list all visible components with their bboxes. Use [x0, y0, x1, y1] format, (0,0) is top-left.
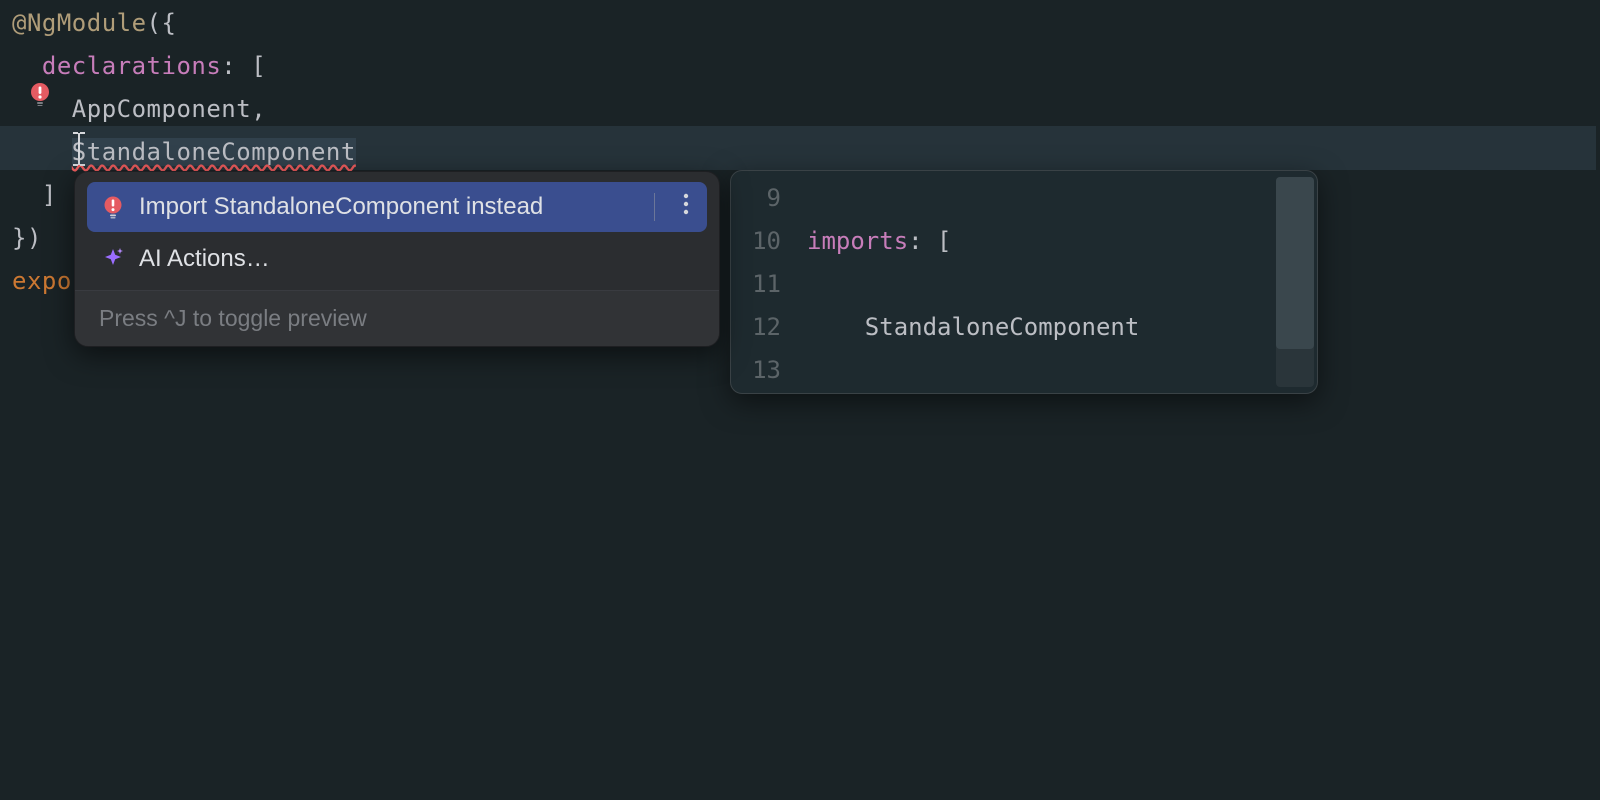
preview-gutter: 9 10 11 12 13: [731, 175, 787, 393]
divider: [654, 193, 655, 221]
code-line: @NgModule({: [12, 2, 1600, 45]
error-lightbulb-icon: [101, 195, 125, 219]
line-number: 13: [731, 349, 781, 392]
gutter-error-bulb-icon[interactable]: [28, 82, 52, 112]
code-editor[interactable]: @NgModule({ declarations: [ AppComponent…: [0, 0, 1600, 800]
line-number: 12: [731, 306, 781, 349]
quickfix-hint: Press ^J to toggle preview: [75, 291, 719, 346]
keyword-token: expo: [12, 267, 72, 295]
line-number: 11: [731, 263, 781, 306]
quickfix-item-ai-actions[interactable]: AI Actions…: [87, 234, 707, 284]
preview-scrollbar-thumb[interactable]: [1276, 177, 1314, 349]
more-vert-icon[interactable]: [679, 193, 693, 221]
error-identifier: StandaloneComponent: [72, 138, 356, 166]
code-line: AppComponent,: [12, 88, 1600, 131]
quickfix-item-label: AI Actions…: [139, 245, 270, 273]
preview-code: imports: [ StandaloneComponent ], declar…: [787, 175, 1317, 393]
preview-panel: 9 10 11 12 13 imports: [ StandaloneCompo…: [730, 170, 1318, 394]
decorator-token: @NgModule: [12, 9, 147, 37]
property-token: declarations: [42, 52, 221, 80]
ai-sparkle-icon: [101, 247, 125, 271]
line-number: 9: [731, 177, 781, 220]
code-line: StandaloneComponent: [12, 131, 1600, 174]
identifier-token: AppComponent: [72, 95, 251, 123]
quickfix-item-label: Import StandaloneComponent instead: [139, 193, 543, 221]
code-line: declarations: [: [12, 45, 1600, 88]
quickfix-popup: Import StandaloneComponent instead AI Ac…: [74, 171, 720, 347]
line-number: 10: [731, 220, 781, 263]
quickfix-item-import[interactable]: Import StandaloneComponent instead: [87, 182, 707, 232]
